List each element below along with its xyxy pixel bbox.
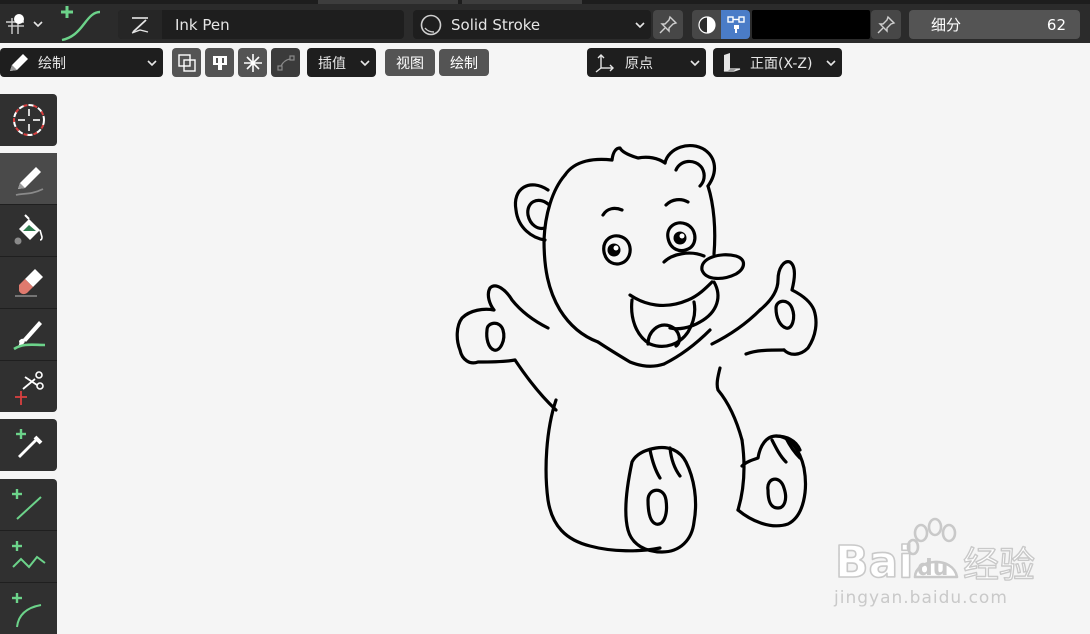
toolbar-group-paint — [0, 153, 57, 412]
tool-header: Ink Pen Solid Stroke 细分 62 — [0, 0, 1090, 43]
chevron-down-icon — [360, 59, 370, 66]
origin-label: 原点 — [625, 55, 653, 72]
polyline-icon — [11, 541, 46, 569]
material-selector[interactable]: Solid Stroke — [413, 10, 651, 39]
vertex-color-mode-button[interactable] — [721, 10, 750, 39]
placement-origin-icon — [6, 14, 43, 34]
drawing-plane-label: 正面(X-Z) — [750, 55, 813, 72]
chevron-down-icon — [147, 59, 157, 66]
tool-settings-bar: 绘制 插值 视图 绘制 原点 正面(X-Z) — [0, 43, 1090, 80]
pin-icon — [659, 15, 678, 33]
subdivision-field[interactable]: 细分 62 — [909, 10, 1080, 39]
line-tool[interactable] — [0, 479, 57, 531]
cursor-tool[interactable] — [0, 94, 57, 146]
multiframe-button[interactable] — [172, 48, 201, 77]
active-tool-draw-icon — [54, 4, 104, 44]
tint-tool[interactable] — [0, 309, 57, 361]
vertex-paint-icon — [726, 15, 745, 33]
arc-icon — [11, 593, 41, 628]
material-color-mode-button[interactable] — [692, 10, 721, 39]
lock-stroke-button[interactable] — [238, 48, 267, 77]
subdivision-value: 62 — [1046, 15, 1066, 34]
brush-preview-icon — [118, 10, 162, 39]
cursor-icon — [12, 104, 45, 136]
pin-material-button[interactable] — [653, 10, 683, 39]
svg-text:Bai: Bai — [835, 537, 913, 588]
paint-bucket-icon — [14, 214, 43, 245]
mode-label: 绘制 — [38, 55, 66, 72]
view-menu-button[interactable]: 视图 — [385, 49, 435, 76]
svg-text:经验: 经验 — [963, 545, 1035, 586]
brush-name: Ink Pen — [175, 15, 230, 34]
pin-color-button[interactable] — [871, 10, 901, 39]
eraser-icon — [14, 269, 43, 297]
origin-dropdown[interactable]: 原点 — [587, 48, 706, 77]
curve-points-icon — [276, 54, 295, 71]
half-circle-icon — [697, 15, 716, 34]
additive-draw-button[interactable] — [271, 48, 300, 77]
brush-selector[interactable]: Ink Pen — [118, 10, 404, 39]
toolbar-group-sample — [0, 419, 57, 471]
cutter-tool[interactable] — [0, 361, 57, 413]
stroke-placement-dropdown[interactable] — [2, 10, 46, 38]
fill-tool[interactable] — [0, 205, 57, 257]
arc-tool[interactable] — [0, 583, 57, 634]
bear-drawing — [455, 144, 818, 554]
polyline-tool[interactable] — [0, 531, 57, 583]
area-top-border — [0, 0, 1090, 4]
stroke-color-swatch[interactable] — [752, 10, 870, 39]
eyedropper-icon — [15, 429, 42, 458]
material-name: Solid Stroke — [451, 15, 541, 34]
toolbar-group-shapes — [0, 479, 57, 634]
erase-tool[interactable] — [0, 257, 57, 309]
snowflake-icon — [243, 53, 262, 72]
chevron-down-icon — [635, 21, 645, 28]
auto-merge-button[interactable] — [205, 48, 234, 77]
material-sphere-icon — [420, 14, 442, 35]
pencil-icon — [10, 53, 28, 71]
svg-text:du: du — [917, 556, 948, 581]
draw-menu-label: 绘制 — [450, 55, 478, 72]
keyframe-insert-icon — [212, 55, 227, 70]
draw-menu-button[interactable]: 绘制 — [439, 49, 489, 76]
tint-brush-icon — [12, 321, 45, 351]
plane-view-icon — [723, 52, 741, 72]
pin-icon — [877, 15, 896, 33]
multiframe-icon — [177, 53, 196, 72]
chevron-down-icon — [826, 59, 836, 66]
line-icon — [11, 489, 42, 520]
toolbar-group-cursor — [0, 94, 57, 146]
interpolate-label: 插值 — [318, 55, 346, 72]
view-menu-label: 视图 — [396, 55, 424, 72]
watermark-url: jingyan.baidu.com — [834, 588, 1008, 608]
eyedropper-tool[interactable] — [0, 419, 57, 471]
draw-tool[interactable] — [0, 153, 57, 205]
drawing-plane-dropdown[interactable]: 正面(X-Z) — [713, 48, 842, 77]
chevron-down-icon — [690, 59, 700, 66]
origin-axes-icon — [595, 53, 614, 73]
subdivision-label: 细分 — [931, 16, 962, 34]
interpolate-dropdown[interactable]: 插值 — [307, 48, 376, 77]
pencil-draw-icon — [15, 167, 43, 196]
mode-dropdown[interactable]: 绘制 — [0, 48, 163, 77]
cutter-scissors-icon — [14, 371, 44, 405]
